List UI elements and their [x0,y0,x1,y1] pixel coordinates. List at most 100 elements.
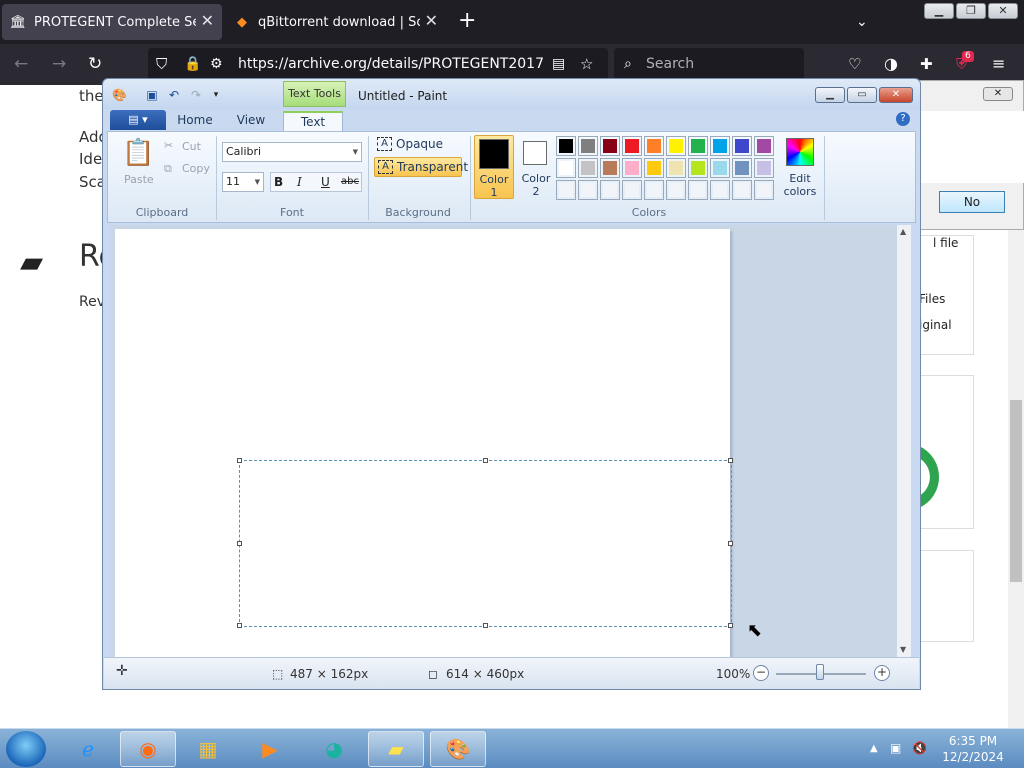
tab-view[interactable]: View [229,111,273,131]
resize-handle[interactable] [237,458,242,463]
chat-app-icon[interactable]: ◕ [306,731,362,767]
palette-swatch[interactable] [732,136,752,156]
paint-minimize-button[interactable]: ▁ [815,87,845,103]
resize-handle[interactable] [237,623,242,628]
scissors-icon[interactable]: ✂ [164,139,173,152]
transparent-button[interactable]: A Transparent [374,157,468,177]
palette-swatch[interactable] [622,180,642,200]
palette-swatch[interactable] [556,158,576,178]
cut-button[interactable]: Cut [182,140,201,153]
palette-swatch[interactable] [754,180,774,200]
palette-swatch[interactable] [600,158,620,178]
close-tab-icon[interactable]: ✕ [201,13,214,29]
paste-icon[interactable]: 📋 [122,138,154,168]
tab-text[interactable]: Text [283,111,343,131]
internet-explorer-icon[interactable]: ℯ [60,731,116,767]
canvas-scrollbar[interactable]: ▲ ▼ [897,225,911,657]
extensions-icon[interactable]: ✚ [920,54,933,74]
redo-icon[interactable]: ↷ [189,88,203,102]
resize-handle[interactable] [483,623,488,628]
scroll-down-icon[interactable]: ▼ [900,645,906,654]
palette-swatch[interactable] [600,180,620,200]
minimize-button[interactable]: ▁ [924,3,954,19]
palette-swatch[interactable] [644,158,664,178]
page-text-fragment[interactable]: iginal [919,318,952,332]
list-tabs-chevron-icon[interactable]: ⌄ [856,14,868,30]
zoom-in-button[interactable]: + [874,665,890,681]
palette-swatch[interactable] [644,180,664,200]
paint-taskbar-icon[interactable]: 🎨 [430,731,486,767]
resize-handle[interactable] [483,458,488,463]
underline-button[interactable]: U [321,175,330,189]
reload-icon[interactable]: ↻ [88,54,102,74]
system-clock[interactable]: 6:35 PM 12/2/2024 [935,733,1011,765]
paint-app-icon[interactable]: 🎨 [112,88,127,102]
bookmark-star-icon[interactable]: ☆ [580,54,593,74]
palette-swatch[interactable] [666,136,686,156]
url-bar[interactable]: ⛉ 🔒 ⚙ https://archive.org/details/PROTEG… [148,48,608,80]
scroll-up-icon[interactable]: ▲ [900,227,906,236]
close-window-button[interactable]: ✕ [988,3,1018,19]
palette-swatch[interactable] [556,136,576,156]
edit-colors-button[interactable]: Edit colors [778,135,822,199]
show-hidden-icons[interactable]: ▲ [870,743,878,754]
undo-icon[interactable]: ↶ [167,88,181,102]
palette-swatch[interactable] [754,136,774,156]
dialog-close-button[interactable]: ✕ [983,87,1013,101]
resize-handle[interactable] [728,623,733,628]
zoom-out-button[interactable]: − [753,665,769,681]
palette-swatch[interactable] [688,158,708,178]
color1-button[interactable]: Color 1 [474,135,514,199]
paint-close-button[interactable]: ✕ [879,87,913,103]
reader-view-icon[interactable]: ▤ [552,54,565,74]
restore-button[interactable]: ❐ [956,3,986,19]
copy-icon[interactable]: ⧉ [164,162,172,176]
no-button[interactable]: No [939,191,1005,213]
close-tab-icon[interactable]: ✕ [425,13,438,29]
volume-muted-icon[interactable]: 🔇 [912,741,927,755]
palette-swatch[interactable] [710,180,730,200]
palette-swatch[interactable] [688,136,708,156]
opaque-button[interactable]: A Opaque [374,135,458,155]
palette-swatch[interactable] [666,158,686,178]
palette-swatch[interactable] [556,180,576,200]
palette-swatch[interactable] [578,158,598,178]
network-icon[interactable]: ▣ [890,741,901,755]
start-button[interactable] [6,731,46,767]
menu-icon[interactable]: ≡ [992,54,1005,74]
save-icon[interactable]: ▣ [145,88,159,102]
palette-swatch[interactable] [578,180,598,200]
media-player-icon[interactable]: ▶ [242,731,298,767]
palette-swatch[interactable] [754,158,774,178]
bold-button[interactable]: B [274,175,283,189]
resize-handle[interactable] [237,541,242,546]
font-family-select[interactable]: Calibri ▼ [222,142,362,162]
page-text-fragment[interactable]: Files [919,292,945,306]
palette-swatch[interactable] [710,136,730,156]
palette-swatch[interactable] [732,158,752,178]
palette-swatch[interactable] [622,136,642,156]
paste-button[interactable]: Paste [124,173,154,186]
palette-swatch[interactable] [666,180,686,200]
permissions-icon[interactable]: ⚙ [210,54,223,74]
search-bar[interactable]: ⌕ Search [614,48,804,80]
tab-qbittorrent[interactable]: ◆ qBittorrent download | SourceF ✕ [226,4,446,40]
tab-protegent[interactable]: 🏛 PROTEGENT Complete Security ✕ [2,4,222,40]
customize-toolbar-icon[interactable]: ▾ [209,88,223,102]
sticky-notes-icon[interactable]: ▰ [368,731,424,767]
file-explorer-icon[interactable]: ▦ [180,731,236,767]
help-icon[interactable]: ? [896,112,910,126]
firefox-icon[interactable]: ◉ [120,731,176,767]
forward-icon[interactable]: → [52,54,66,74]
shield-icon[interactable]: ⛉ [156,54,167,74]
new-tab-icon[interactable]: + [458,10,476,32]
back-icon[interactable]: ← [14,54,28,74]
zoom-slider-thumb[interactable] [816,664,824,680]
palette-swatch[interactable] [600,136,620,156]
resize-handle[interactable] [728,541,733,546]
palette-swatch[interactable] [644,136,664,156]
palette-swatch[interactable] [688,180,708,200]
pocket-icon[interactable]: ♡ [848,54,861,74]
page-scrollbar-thumb[interactable] [1010,400,1022,582]
italic-button[interactable]: I [297,175,302,189]
